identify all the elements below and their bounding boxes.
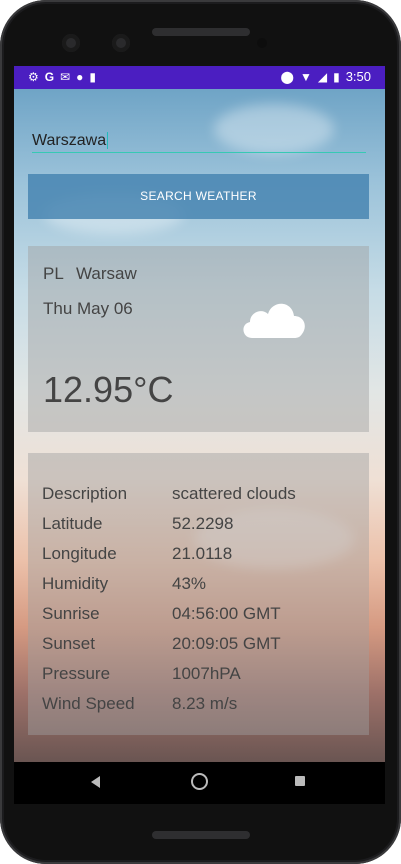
navigation-bar (14, 762, 385, 804)
location-icon: ⬤ (280, 70, 294, 84)
phone-frame: ⚙ G ✉ ● ▮ ⬤ ▼ ◢ ▮ 3:50 Warszawa SEARCH W… (0, 0, 401, 864)
detail-label: Sunrise (42, 604, 100, 623)
current-weather-card: PL Warsaw Thu May 06 12.95°C (28, 246, 369, 432)
sd-card-icon: ▮ (89, 70, 97, 84)
detail-row: Humidity 43% (42, 574, 362, 598)
back-icon[interactable] (91, 776, 100, 788)
proximity-sensor (257, 38, 267, 48)
detail-label: Longitude (42, 544, 117, 563)
detail-value: 20:09:05 GMT (172, 634, 281, 653)
weather-details-card: Description scattered clouds Latitude 52.2… (28, 453, 369, 735)
detail-value: scattered clouds (172, 484, 296, 503)
signal-icon: ◢ (317, 70, 328, 84)
detail-row: Longitude 21.0118 (42, 544, 362, 568)
detail-label: Sunset (42, 634, 95, 653)
country-code: PL (43, 264, 64, 283)
detail-label: Latitude (42, 514, 103, 533)
detail-value: 8.23 m/s (172, 694, 238, 713)
front-sensor (112, 34, 130, 52)
status-bar: ⚙ G ✉ ● ▮ ⬤ ▼ ◢ ▮ 3:50 (14, 66, 385, 89)
detail-row: Sunrise 04:56:00 GMT (42, 604, 362, 628)
wifi-icon: ▼ (299, 70, 312, 84)
detail-row: Description scattered clouds (42, 484, 362, 508)
front-camera (62, 34, 80, 52)
city-name: Warsaw (76, 264, 137, 283)
recent-apps-icon[interactable] (295, 776, 305, 786)
circle-notification-icon: ● (76, 70, 84, 84)
detail-value: 1007hPA (172, 664, 241, 683)
bottom-speaker (152, 831, 250, 839)
city-search-input[interactable]: Warszawa (32, 130, 366, 153)
battery-icon: ▮ (333, 70, 340, 84)
detail-label: Humidity (42, 574, 109, 593)
detail-value: 52.2298 (172, 514, 234, 533)
detail-row: Pressure 1007hPA (42, 664, 362, 688)
weather-app: Warszawa SEARCH WEATHER PL Warsaw Thu Ma… (14, 89, 385, 762)
gmail-icon: ✉ (60, 70, 71, 84)
google-icon: G (44, 70, 55, 84)
device-screen: ⚙ G ✉ ● ▮ ⬤ ▼ ◢ ▮ 3:50 Warszawa SEARCH W… (14, 66, 385, 804)
detail-row: Latitude 52.2298 (42, 514, 362, 538)
settings-icon: ⚙ (28, 70, 39, 84)
text-caret (107, 132, 109, 150)
detail-row: Sunset 20:09:05 GMT (42, 634, 362, 658)
status-time: 3:50 (345, 69, 371, 84)
city-input-value: Warszawa (32, 132, 107, 149)
detail-value: 43% (172, 574, 207, 593)
detail-label: Wind Speed (42, 694, 135, 713)
home-icon[interactable] (191, 773, 208, 790)
detail-value: 21.0118 (172, 544, 233, 563)
top-speaker (152, 28, 250, 36)
temperature: 12.95°C (43, 369, 174, 410)
weather-date: Thu May 06 (43, 299, 133, 318)
search-weather-button[interactable]: SEARCH WEATHER (28, 174, 369, 219)
detail-label: Description (42, 484, 128, 503)
detail-row: Wind Speed 8.23 m/s (42, 694, 362, 718)
detail-label: Pressure (42, 664, 111, 683)
cloud-icon (243, 303, 305, 338)
detail-value: 04:56:00 GMT (172, 604, 281, 623)
